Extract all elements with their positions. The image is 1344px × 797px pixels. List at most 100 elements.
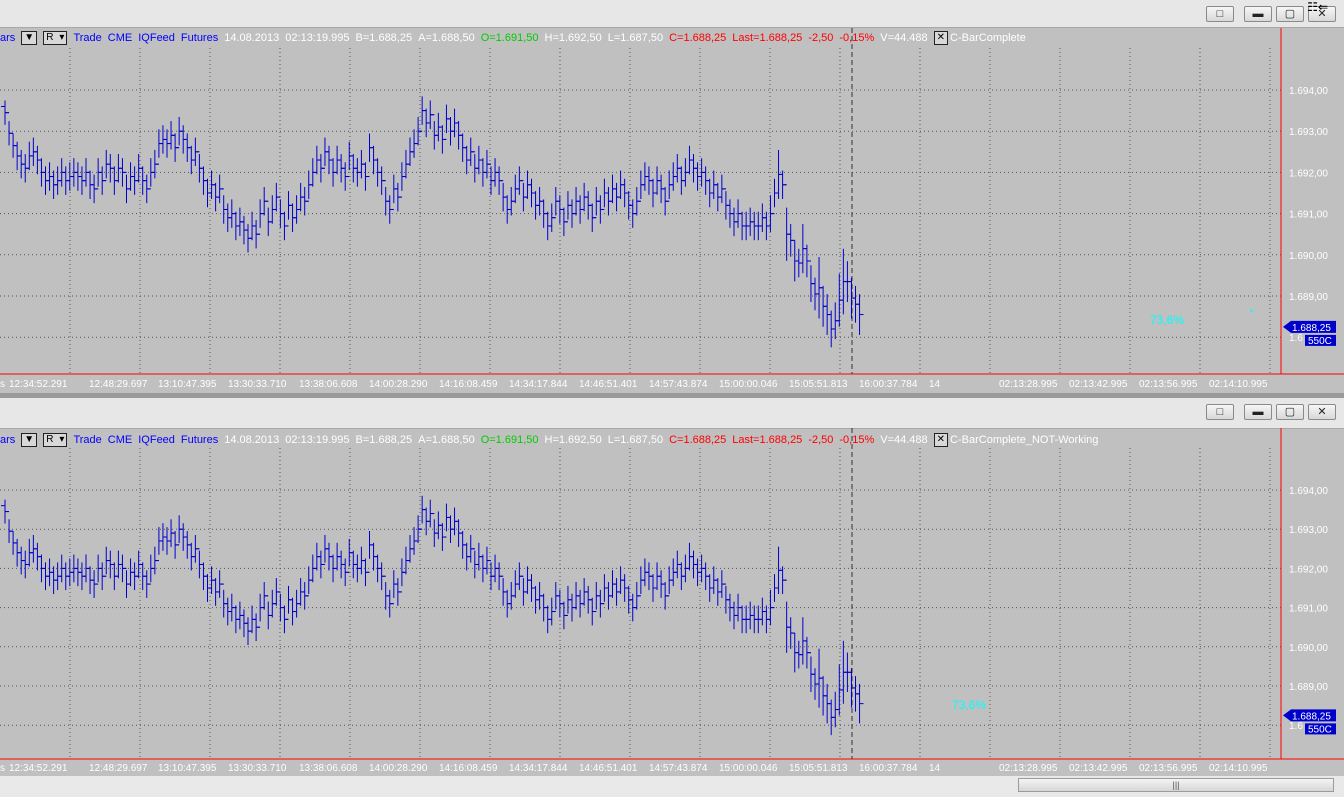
ohlc-bar — [600, 178, 609, 210]
x-tick-label-prefix: s — [0, 763, 5, 774]
header-time: 02:13:19.995 — [285, 434, 350, 446]
ohlc-bar — [264, 595, 273, 630]
ohlc-bar — [175, 515, 184, 546]
ohlc-bar — [146, 554, 155, 585]
ohlc-bar — [256, 199, 265, 235]
header-bid: B=1.688,25 — [355, 32, 413, 44]
ohlc-bar — [636, 566, 645, 597]
dropdown-arrow-icon[interactable]: ▼ — [21, 31, 38, 45]
strategy-label: C-BarComplete — [950, 32, 1026, 44]
instrument-type: Futures — [180, 32, 219, 44]
percent-label: 73,6% — [1150, 313, 1184, 327]
ohlc-bar — [154, 527, 163, 562]
x-tick-label: 13:38:06.608 — [299, 379, 358, 390]
header-open: O=1.691,50 — [480, 32, 539, 44]
minimize-icon[interactable]: ▬ — [1244, 6, 1272, 22]
ohlc-bar — [519, 180, 528, 212]
close-icon[interactable]: ✕ — [1308, 404, 1336, 420]
dropdown-arrow-icon[interactable]: ▼ — [21, 433, 38, 447]
header-change: -2,50 — [808, 32, 834, 44]
x-tick-label: 13:30:33.710 — [228, 763, 287, 774]
remove-strategy-icon[interactable]: ✕ — [933, 31, 949, 45]
x-tick-label: 16:00:37.784 — [859, 379, 918, 390]
price-chart[interactable]: 1.689,00 1.690,00 1.691,00 1.692,00 1.693,00… — [0, 428, 1344, 776]
percent-label: 73,6% — [952, 698, 986, 712]
price-chart[interactable]: 1.689,00 1.690,00 1.691,00 1.692,00 1.693,00… — [0, 28, 1344, 393]
instrument-trade: Trade — [73, 434, 102, 446]
ohlc-bar — [154, 129, 163, 165]
ohlc-bar — [219, 583, 228, 618]
ohlc-bar — [381, 575, 390, 610]
x-tick-label: 14:57:43.874 — [649, 763, 708, 774]
x-tick-label: 14:57:43.874 — [649, 379, 708, 390]
ohlc-bar — [175, 116, 184, 149]
instrument-type: Futures — [180, 434, 219, 446]
chart-window-bottom: □ ▬ ▢ ✕ 1.689,00 1.690,00 1.691,00 1.692,00… — [0, 398, 1344, 776]
x-tick-label: 15:05:51.813 — [789, 763, 848, 774]
strategy-label: C-BarComplete_NOT-Working — [950, 434, 1099, 446]
x-tick-label: 14:46:51.401 — [579, 763, 638, 774]
header-date: 14.08.2013 — [224, 32, 280, 44]
ohlc-bar — [304, 566, 313, 597]
window-controls: □ ▬ ▢ ✕ — [1206, 404, 1336, 420]
header-open: O=1.691,50 — [480, 434, 539, 446]
marker-dot: • — [1250, 306, 1253, 316]
ohlc-bar — [665, 566, 674, 597]
y-tick-label: 1.691,00 — [1289, 210, 1328, 221]
ohlc-bar — [320, 534, 329, 565]
ohlc-bar — [418, 96, 427, 132]
x-tick-label: 12:48:29.697 — [89, 379, 148, 390]
minimize-icon[interactable]: ▬ — [1244, 404, 1272, 420]
window-titlebar: □ ▬ ▢ ✕ — [0, 0, 1344, 28]
x-tick-label: 15:00:00.046 — [719, 763, 778, 774]
header-change-pct: -0,15% — [839, 434, 875, 446]
ohlc-bar — [563, 191, 572, 223]
ohlc-bar — [397, 558, 406, 593]
header-bid: B=1.688,25 — [355, 434, 413, 446]
ohlc-bar — [345, 141, 354, 178]
y-tick-label: 1.693,00 — [1289, 525, 1328, 536]
header-volume: V=44.488 — [880, 32, 928, 44]
ohlc-bar — [592, 187, 601, 219]
instrument-feed: IQFeed — [138, 434, 175, 446]
instrument-feed: IQFeed — [138, 32, 175, 44]
x-tick-label: 14:34:17.844 — [509, 763, 568, 774]
header-low: L=1.687,50 — [607, 32, 664, 44]
r-dropdown-button[interactable]: R ▾ — [43, 31, 68, 45]
ohlc-bar — [442, 503, 451, 538]
ohlc-bar — [782, 579, 791, 653]
panel-menu-icon[interactable]: ☷⇐ — [1307, 0, 1328, 14]
y-tick-label: 1.689,00 — [1289, 682, 1328, 693]
horizontal-scrollbar[interactable]: ||| — [1018, 778, 1334, 792]
last-price-tag-text: 1.688,25 — [1292, 323, 1331, 334]
ohlc-bar — [499, 180, 508, 212]
ohlc-bar — [519, 575, 528, 606]
x-tick-label: 12:48:29.697 — [89, 763, 148, 774]
ohlc-bar — [563, 585, 572, 616]
header-close: C=1.688,25 — [669, 434, 727, 446]
r-dropdown-button[interactable]: R ▾ — [43, 433, 68, 447]
restore-icon[interactable]: □ — [1206, 6, 1234, 22]
header-date: 14.08.2013 — [224, 434, 280, 446]
maximize-icon[interactable]: ▢ — [1276, 404, 1304, 420]
header-high: H=1.692,50 — [544, 32, 602, 44]
last-price-tag-text: 1.688,25 — [1292, 711, 1331, 722]
x-tick-label: 02:13:56.995 — [1139, 379, 1198, 390]
y-tick-label: 1.694,00 — [1289, 486, 1328, 497]
x-tick-label: 02:13:56.995 — [1139, 763, 1198, 774]
remove-strategy-icon[interactable]: ✕ — [933, 433, 949, 447]
y-tick-label: 1.694,00 — [1289, 86, 1328, 97]
ohlc-bar — [5, 511, 14, 544]
x-tick-label: 14 — [929, 763, 941, 774]
ohlc-bar — [276, 196, 285, 228]
header-time: 02:13:19.995 — [285, 32, 350, 44]
x-tick-label: 14:00:28.290 — [369, 379, 428, 390]
restore-icon[interactable]: □ — [1206, 404, 1234, 420]
ohlc-bar — [381, 180, 390, 216]
ohlc-bar — [122, 567, 131, 598]
maximize-icon[interactable]: ▢ — [1276, 6, 1304, 22]
ohlc-bar — [430, 114, 439, 150]
x-tick-label: 13:10:47.395 — [158, 763, 217, 774]
x-tick-label: 13:38:06.608 — [299, 763, 358, 774]
ohlc-bar — [636, 170, 645, 202]
